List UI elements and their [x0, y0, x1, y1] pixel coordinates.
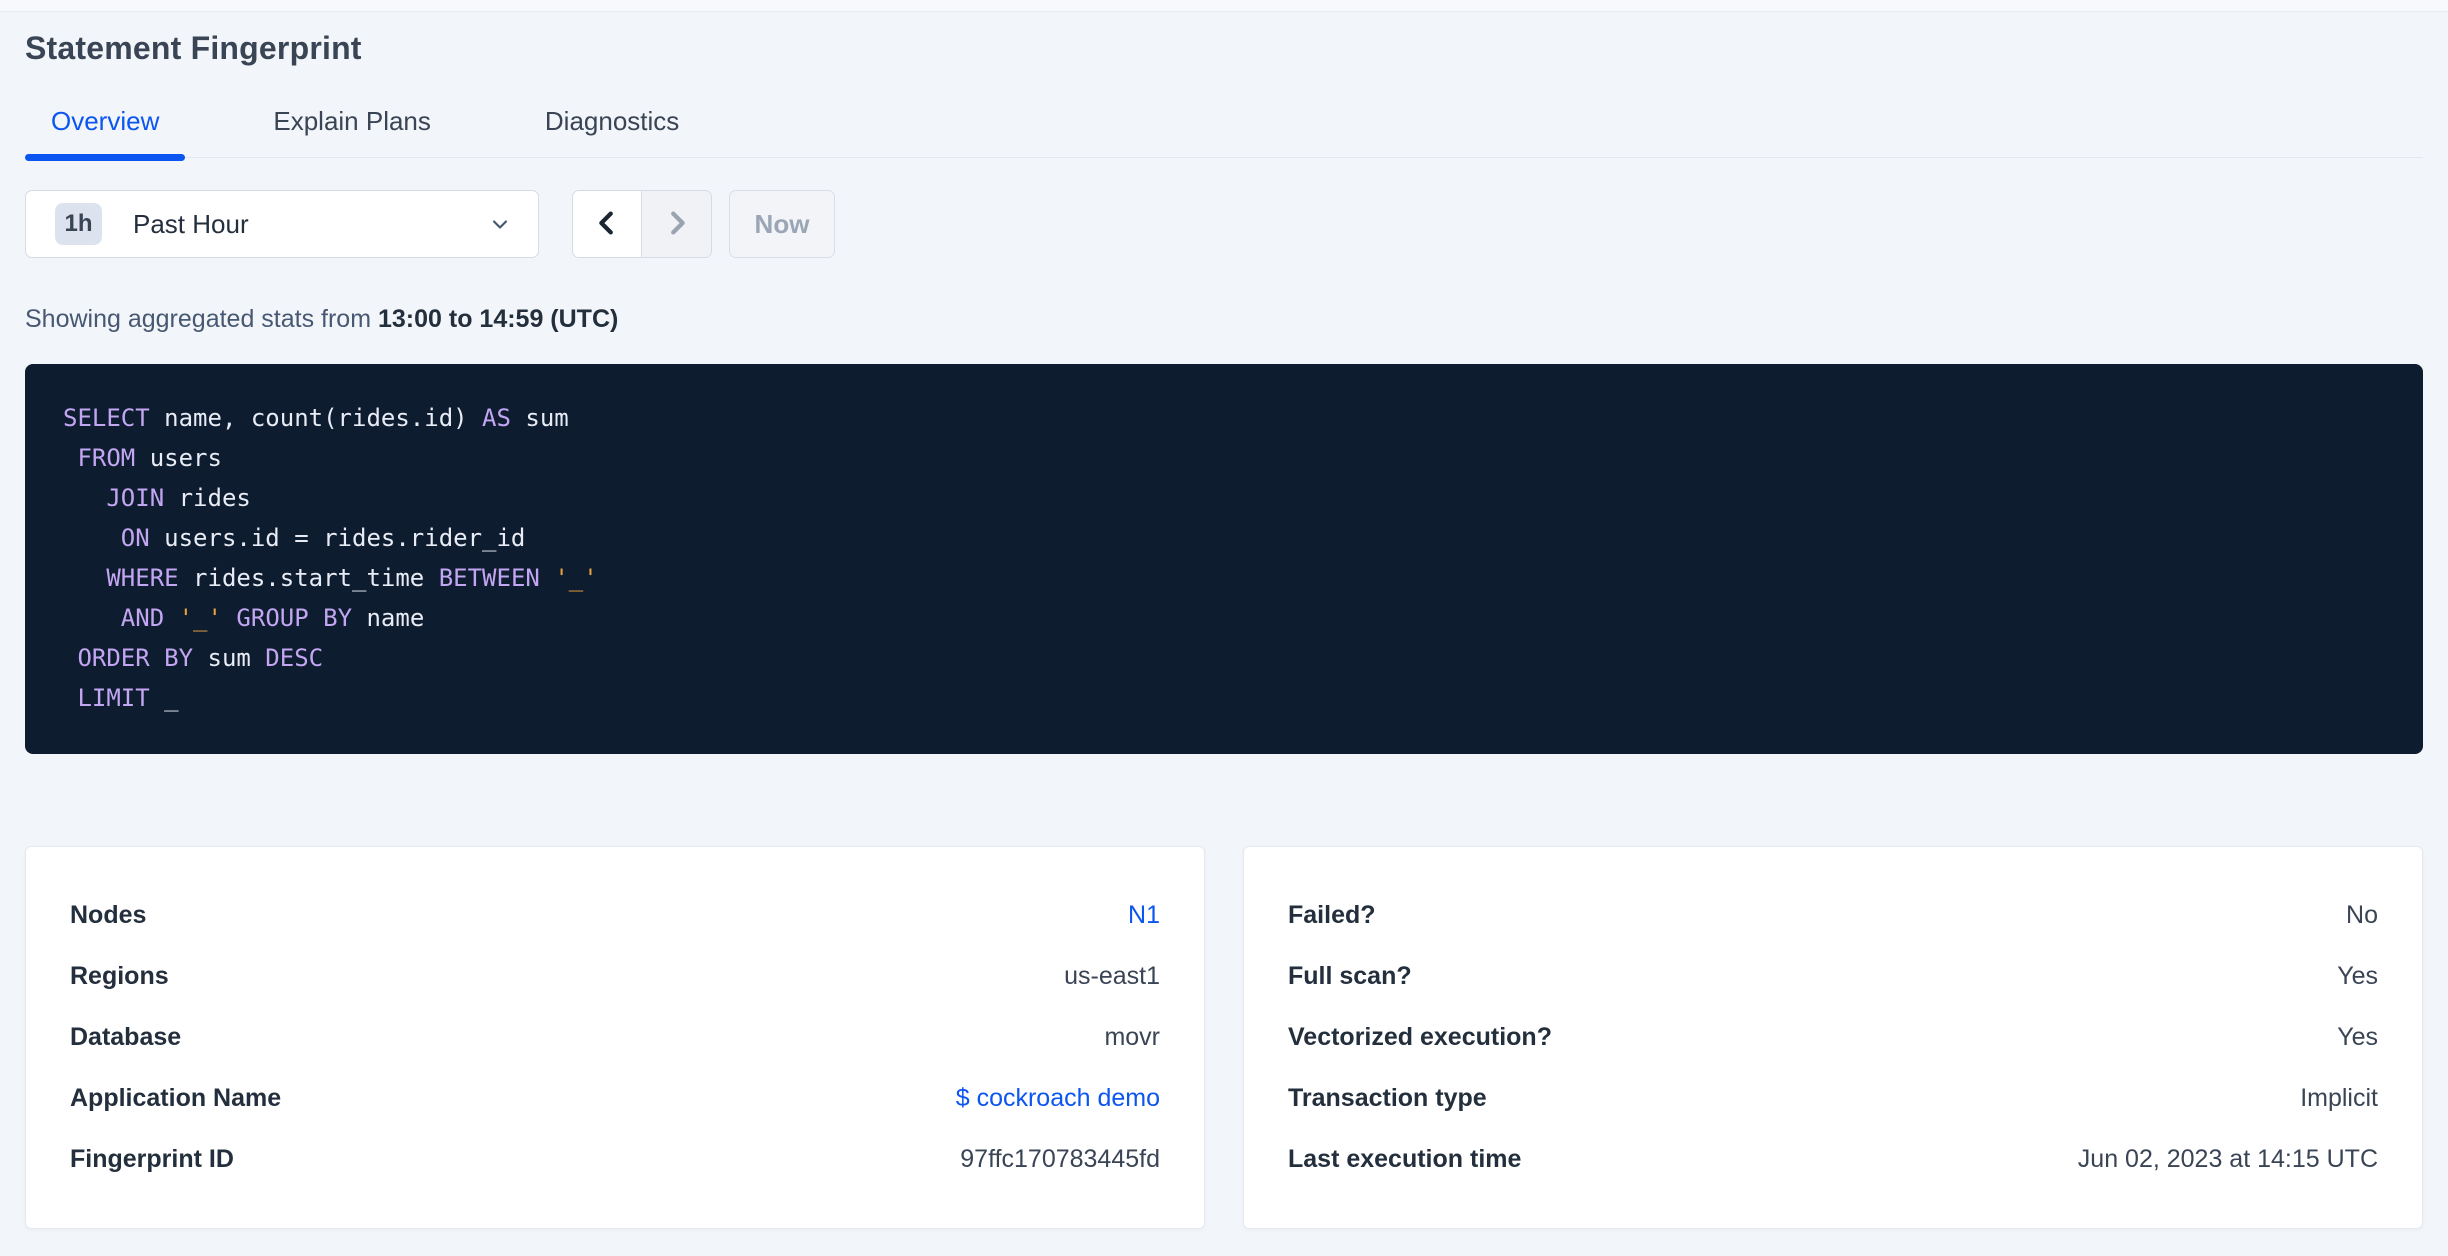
- tab-diagnostics[interactable]: Diagnostics: [519, 105, 705, 157]
- sql-code: SELECT name, count(rides.id) AS sum FROM…: [63, 404, 598, 712]
- chevron-down-icon: [488, 212, 512, 236]
- summary-value-link[interactable]: $ cockroach demo: [956, 1084, 1160, 1113]
- summary-row: Transaction type Implicit: [1288, 1068, 2378, 1129]
- next-time-interval-button[interactable]: [642, 191, 711, 257]
- statement-fingerprint-page: Statement Fingerprint Overview Explain P…: [0, 30, 2448, 1229]
- active-tab-underline: [25, 154, 186, 161]
- summary-row: Last execution time Jun 02, 2023 at 14:15…: [1288, 1129, 2378, 1190]
- time-step-buttons: [572, 190, 712, 258]
- summary-label: Fingerprint ID: [70, 1145, 234, 1173]
- summary-label: Application Name: [70, 1084, 282, 1112]
- summary-value: Jun 02, 2023 at 14:15 UTC: [2077, 1145, 2378, 1173]
- previous-time-interval-button[interactable]: [573, 191, 642, 257]
- summary-row: Nodes N1: [70, 885, 1160, 946]
- tab-explain-plans-label: Explain Plans: [273, 106, 431, 136]
- chevron-right-icon: [662, 208, 692, 241]
- now-button[interactable]: Now: [729, 190, 835, 258]
- tabs: Overview Explain Plans Diagnostics: [25, 105, 2423, 161]
- aggregated-stats-prefix: Showing aggregated stats from: [25, 305, 378, 333]
- summary-value-link[interactable]: N1: [1128, 901, 1160, 930]
- summary-label: Last execution time: [1288, 1145, 1522, 1173]
- summary-label: Transaction type: [1288, 1084, 1487, 1112]
- summary-value: Yes: [2337, 962, 2378, 990]
- summary-value: us-east1: [1064, 962, 1160, 990]
- tab-overview-label: Overview: [51, 106, 160, 136]
- summary-value: 97ffc170783445fd: [960, 1145, 1160, 1173]
- summary-row: Fingerprint ID 97ffc170783445fd: [70, 1129, 1160, 1190]
- tab-overview[interactable]: Overview: [25, 105, 186, 161]
- summary-row: Regions us-east1: [70, 946, 1160, 1007]
- summary-row: Vectorized execution? Yes: [1288, 1007, 2378, 1068]
- aggregated-stats-range: 13:00 to 14:59 (UTC): [377, 305, 619, 333]
- time-picker-toolbar: 1h Past Hour Now: [25, 190, 2423, 258]
- tab-explain-plans[interactable]: Explain Plans: [247, 105, 457, 157]
- summary-row: Full scan? Yes: [1288, 946, 2378, 1007]
- summary-card-left: Nodes N1 Regions us-east1 Database movr Applic…: [25, 846, 1205, 1229]
- summary-label: Full scan?: [1288, 962, 1412, 990]
- tab-diagnostics-label: Diagnostics: [544, 106, 680, 136]
- summary-label: Regions: [70, 962, 169, 990]
- aggregated-stats-caption: Showing aggregated stats from 13:00 to 1…: [25, 305, 2423, 334]
- chevron-left-icon: [592, 208, 622, 241]
- time-range-label: Past Hour: [133, 208, 249, 239]
- page-title: Statement Fingerprint: [25, 30, 362, 66]
- summary-card-right: Failed? No Full scan? Yes Vectorized executi…: [1243, 846, 2423, 1229]
- sql-statement-box: SELECT name, count(rides.id) AS sum FROM…: [25, 364, 2423, 754]
- summary-label: Nodes: [70, 901, 147, 929]
- summary-value: Implicit: [2300, 1084, 2378, 1112]
- summary-value: Yes: [2337, 1023, 2378, 1051]
- time-range-badge: 1h: [55, 203, 102, 245]
- summary-row: Database movr: [70, 1007, 1160, 1068]
- summary-value: movr: [1104, 1023, 1160, 1051]
- summary-label: Vectorized execution?: [1288, 1023, 1552, 1051]
- summary-cards: Nodes N1 Regions us-east1 Database movr Applic…: [25, 846, 2423, 1229]
- summary-row: Application Name $ cockroach demo: [70, 1068, 1160, 1129]
- summary-label: Database: [70, 1023, 182, 1051]
- summary-value: No: [2346, 901, 2378, 929]
- time-range-dropdown[interactable]: 1h Past Hour: [25, 190, 539, 258]
- top-divider: [0, 0, 2448, 12]
- summary-label: Failed?: [1288, 901, 1376, 929]
- summary-row: Failed? No: [1288, 885, 2378, 946]
